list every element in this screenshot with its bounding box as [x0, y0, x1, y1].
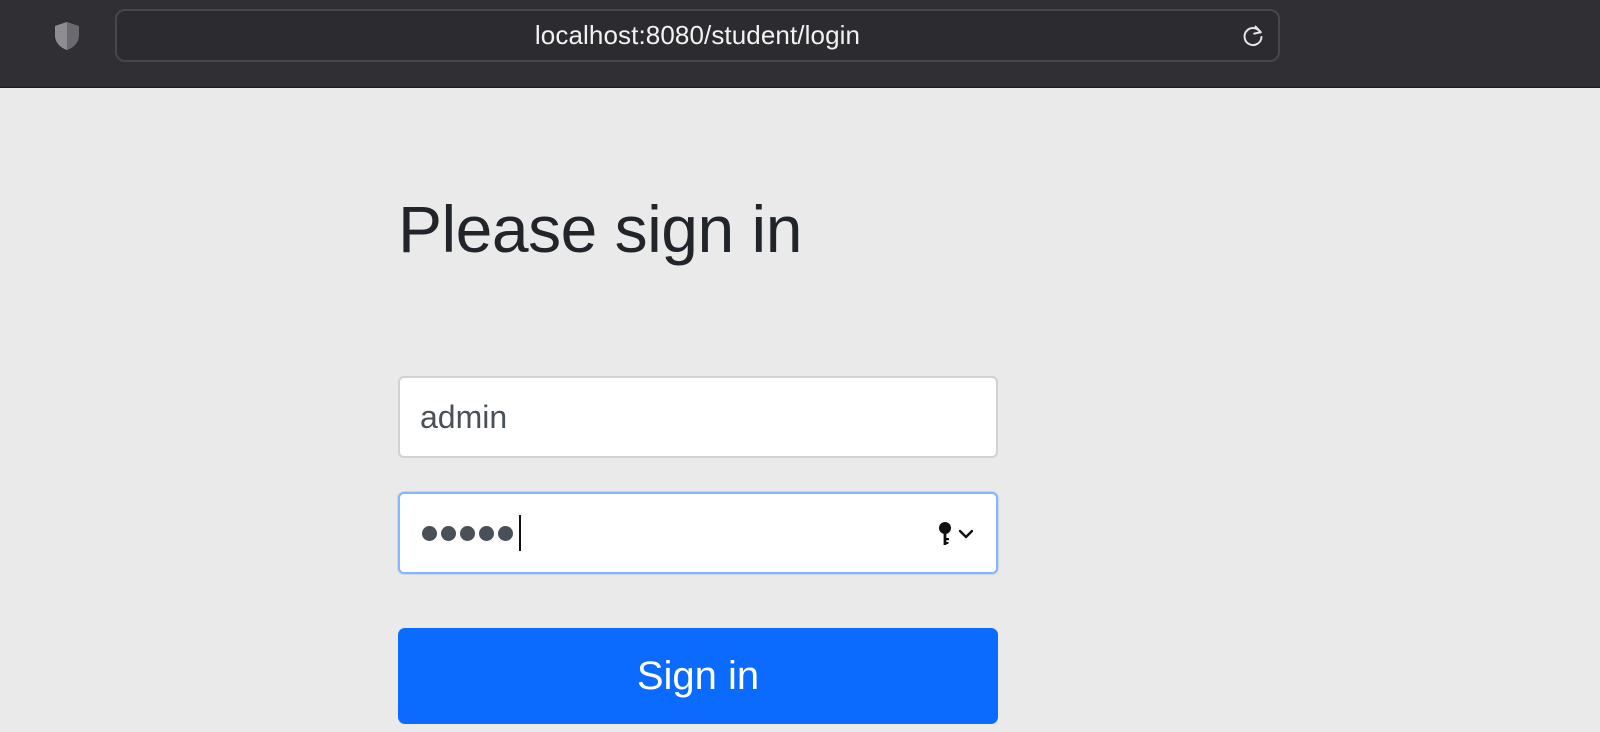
password-dot: [422, 525, 437, 541]
password-dot: [441, 525, 456, 541]
sign-in-button[interactable]: Sign in: [398, 628, 998, 724]
password-dot: [460, 525, 475, 541]
browser-toolbar: localhost:8080/student/login: [0, 0, 1600, 88]
password-dot: [479, 525, 494, 541]
address-bar[interactable]: localhost:8080/student/login: [115, 9, 1280, 62]
password-dot: [498, 525, 513, 541]
page-content: Please sign in Sign in: [0, 88, 1600, 732]
url-text[interactable]: localhost:8080/student/login: [117, 11, 1278, 60]
username-field[interactable]: [398, 376, 998, 458]
username-input[interactable]: [420, 378, 940, 456]
text-cursor: [519, 515, 521, 551]
page-title: Please sign in: [398, 192, 802, 266]
key-icon[interactable]: [934, 520, 974, 548]
reload-icon[interactable]: [1240, 23, 1266, 49]
password-field[interactable]: [398, 492, 998, 574]
shield-icon[interactable]: [52, 20, 82, 52]
password-input[interactable]: [422, 494, 521, 572]
